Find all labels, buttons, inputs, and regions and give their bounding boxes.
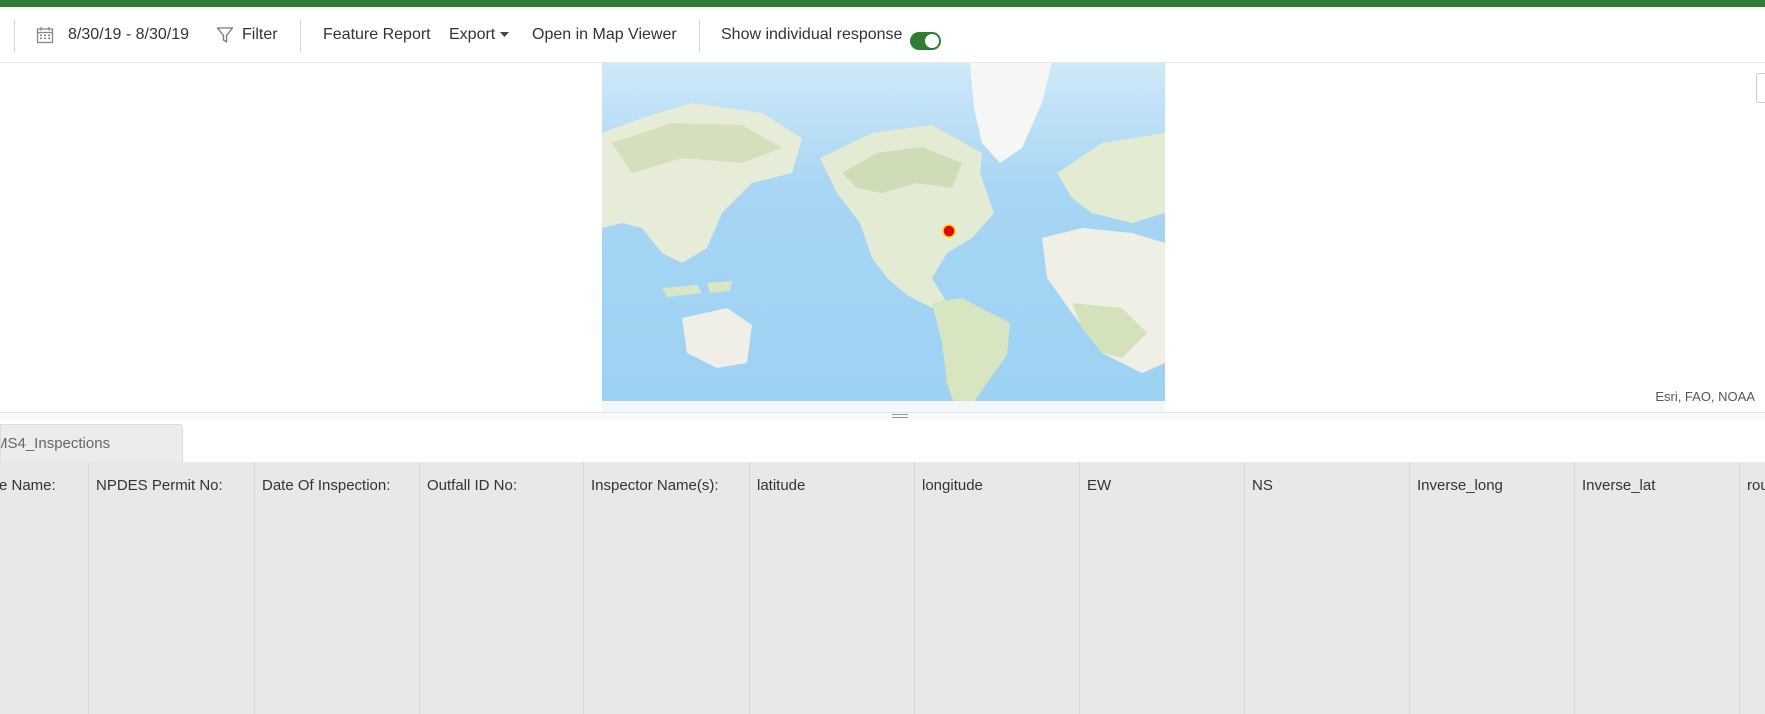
show-individual-response-text: Show individual response bbox=[721, 25, 903, 43]
feature-report-label: Feature Report bbox=[323, 25, 431, 43]
export-label: Export bbox=[449, 25, 496, 43]
feature-report-button[interactable]: Feature Report bbox=[323, 7, 431, 62]
world-map[interactable] bbox=[602, 63, 1165, 412]
tab-label: MS4_Inspections bbox=[0, 435, 111, 452]
toolbar-divider bbox=[300, 19, 301, 53]
app-accent-bar bbox=[0, 0, 1765, 7]
calendar-icon bbox=[36, 26, 54, 44]
map-attribution: Esri, FAO, NOAA bbox=[1655, 389, 1755, 404]
map-panel: Esri, FAO, NOAA bbox=[0, 63, 1765, 412]
toolbar: 8/30/19 - 8/30/19 Filter Feature Report … bbox=[0, 7, 1765, 63]
open-map-viewer-button[interactable]: Open in Map Viewer bbox=[532, 7, 677, 62]
column-header[interactable]: latitude bbox=[750, 462, 915, 714]
column-header[interactable]: Outfall ID No: bbox=[420, 462, 584, 714]
date-range-picker[interactable]: 8/30/19 - 8/30/19 bbox=[36, 7, 189, 62]
filter-label: Filter bbox=[242, 25, 278, 43]
show-individual-response-toggle[interactable] bbox=[910, 32, 941, 50]
toolbar-divider bbox=[14, 19, 15, 53]
date-range-label: 8/30/19 - 8/30/19 bbox=[68, 25, 189, 43]
column-header[interactable]: NPDES Permit No: bbox=[89, 462, 255, 714]
column-header[interactable]: rou bbox=[1740, 462, 1765, 714]
column-header[interactable]: Inverse_lat bbox=[1575, 462, 1740, 714]
filter-button[interactable]: Filter bbox=[216, 7, 278, 62]
column-header[interactable]: e Name: bbox=[0, 462, 89, 714]
map-widget-button[interactable] bbox=[1756, 73, 1765, 103]
open-map-viewer-label: Open in Map Viewer bbox=[532, 25, 677, 43]
resize-grip-icon bbox=[892, 414, 908, 418]
caret-down-icon bbox=[500, 31, 510, 38]
table-tabs: MS4_Inspections bbox=[0, 420, 1765, 463]
column-header[interactable]: EW bbox=[1080, 462, 1245, 714]
column-header[interactable]: NS bbox=[1245, 462, 1410, 714]
column-header[interactable]: longitude bbox=[915, 462, 1080, 714]
tab-ms4-inspections[interactable]: MS4_Inspections bbox=[0, 424, 183, 462]
column-header[interactable]: Inspector Name(s): bbox=[584, 462, 750, 714]
attribute-table: e Name: NPDES Permit No: Date Of Inspect… bbox=[0, 462, 1765, 714]
toolbar-divider bbox=[699, 19, 700, 53]
filter-icon bbox=[216, 26, 234, 44]
column-header[interactable]: Date Of Inspection: bbox=[255, 462, 420, 714]
export-dropdown[interactable]: Export bbox=[449, 7, 510, 62]
column-header[interactable]: Inverse_long bbox=[1410, 462, 1575, 714]
show-individual-response-label: Show individual response bbox=[721, 7, 902, 62]
toggle-knob bbox=[925, 34, 939, 48]
basemap-graphic bbox=[602, 63, 1165, 412]
map-marker bbox=[942, 224, 956, 238]
